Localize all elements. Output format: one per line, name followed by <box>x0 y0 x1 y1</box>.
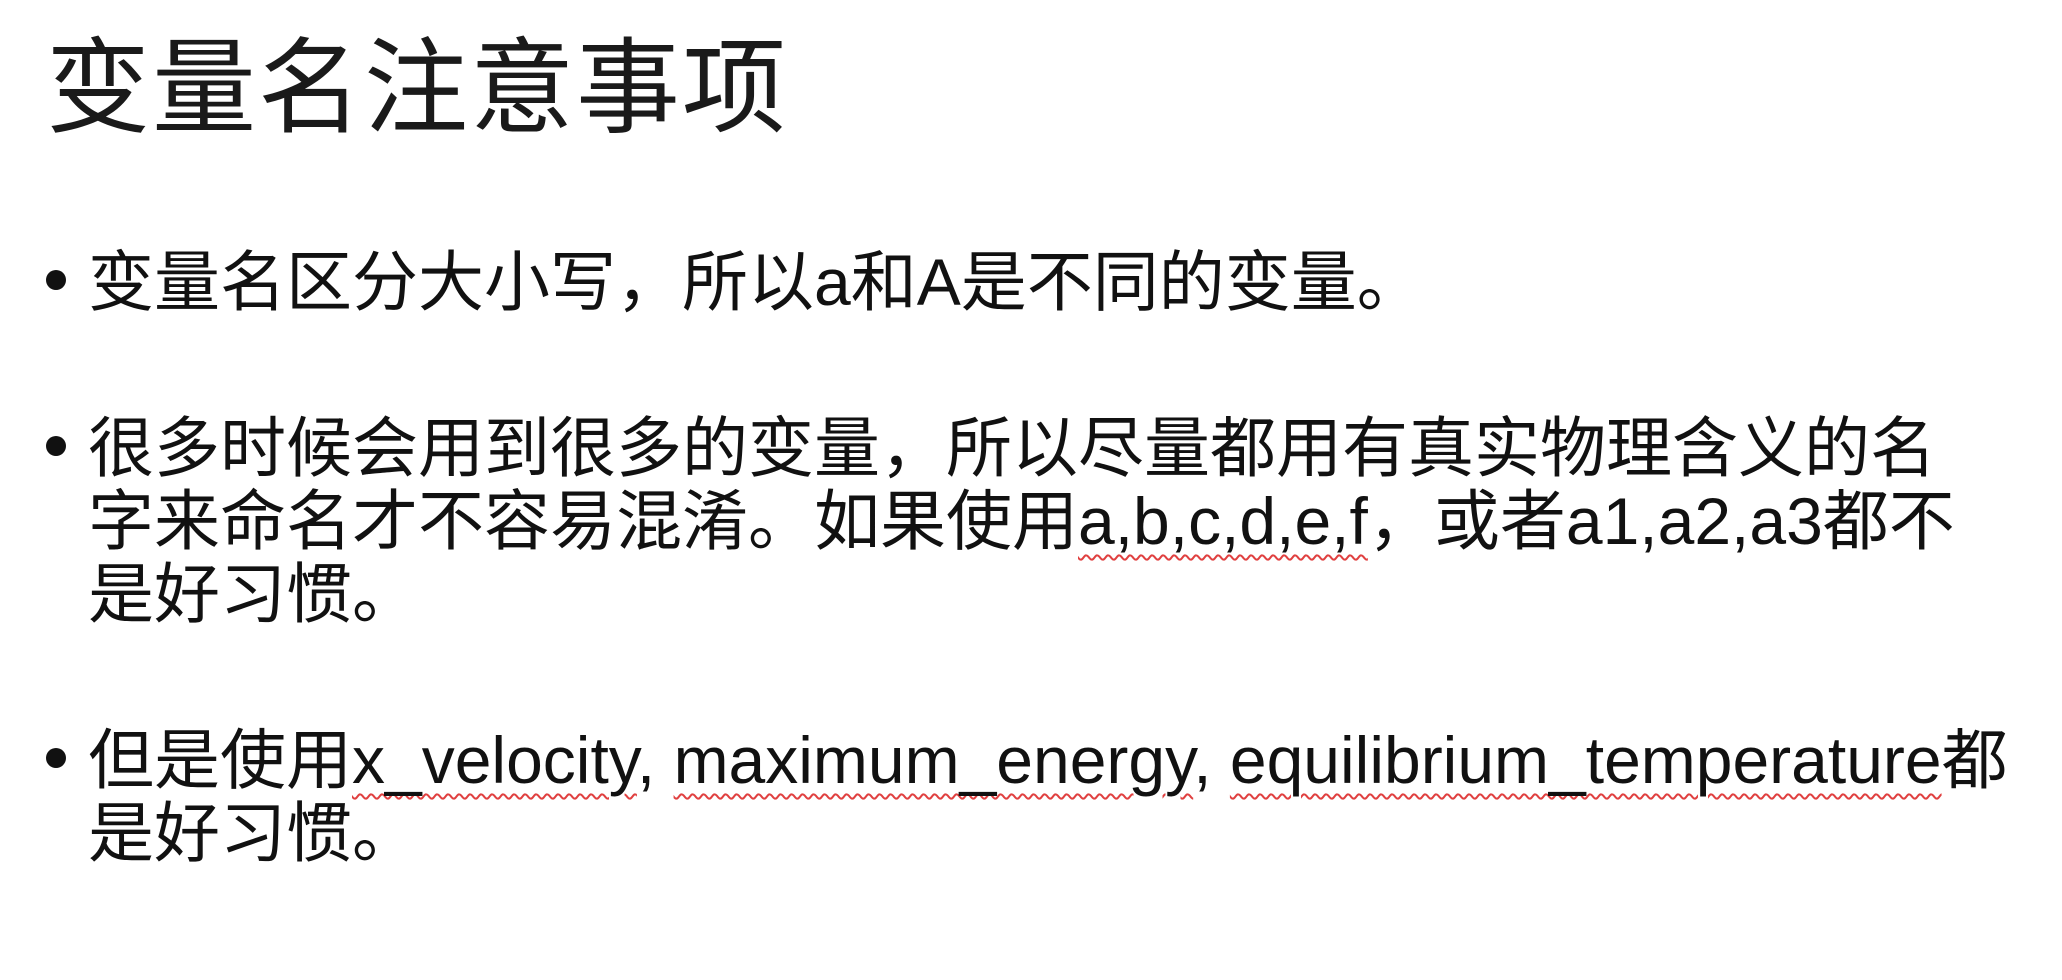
bullet-item-good-examples: 但是使用x_velocity, maximum_energy, equilibr… <box>44 724 2034 870</box>
code-token: equilibrium_temperature <box>1229 723 1942 797</box>
bullet-item-meaningful-names: 很多时候会用到很多的变量，所以尽量都用有真实物理含义的名 字来命名才不容易混淆。… <box>44 412 2034 631</box>
bullet-marker <box>46 270 66 290</box>
code-token: a1,a2,a3 <box>1565 484 1823 558</box>
bullet-line: 是好习惯。 <box>88 795 418 872</box>
bullet-list: 变量名区分大小写，所以a和A是不同的变量。 很多时候会用到很多的变量，所以尽量都… <box>44 246 2034 870</box>
bullet-marker <box>46 748 66 768</box>
bullet-text: 字来命名才不容易混淆。如果使用 <box>88 483 1078 560</box>
bullet-text: , <box>636 723 674 797</box>
bullet-text: 但是使用 <box>88 722 352 799</box>
bullet-marker <box>46 436 66 456</box>
bullet-text: ，或者 <box>1367 483 1566 560</box>
bullet-text: , <box>1193 723 1230 797</box>
code-token: a,b,c,d,e,f <box>1078 484 1368 558</box>
bullet-line: 字来命名才不容易混淆。如果使用a,b,c,d,e,f，或者a1,a2,a3都不 <box>88 483 2034 560</box>
code-token: a <box>814 245 851 319</box>
slide: 变量名注意事项 变量名区分大小写，所以a和A是不同的变量。 很多时候会用到很多的… <box>0 0 2062 980</box>
bullet-item-case-sensitivity: 变量名区分大小写，所以a和A是不同的变量。 <box>44 246 2034 319</box>
bullet-line: 很多时候会用到很多的变量，所以尽量都用有真实物理含义的名 <box>88 410 1936 487</box>
bullet-line: 变量名区分大小写，所以a和A是不同的变量。 <box>88 244 2034 321</box>
slide-title: 变量名注意事项 <box>46 27 789 149</box>
bullet-text: 都 <box>1941 722 2008 799</box>
code-token: x_velocity <box>352 723 637 797</box>
bullet-line: 但是使用x_velocity, maximum_energy, equilibr… <box>88 722 2034 799</box>
bullet-text: 都不 <box>1822 483 1955 560</box>
code-token: A <box>916 245 961 319</box>
code-token: maximum_energy <box>673 723 1194 797</box>
bullet-text: 和 <box>850 244 917 321</box>
bullet-text: 是不同的变量。 <box>960 244 1423 321</box>
bullet-line: 是好习惯。 <box>88 556 418 633</box>
bullet-text: 变量名区分大小写，所以 <box>88 244 814 321</box>
